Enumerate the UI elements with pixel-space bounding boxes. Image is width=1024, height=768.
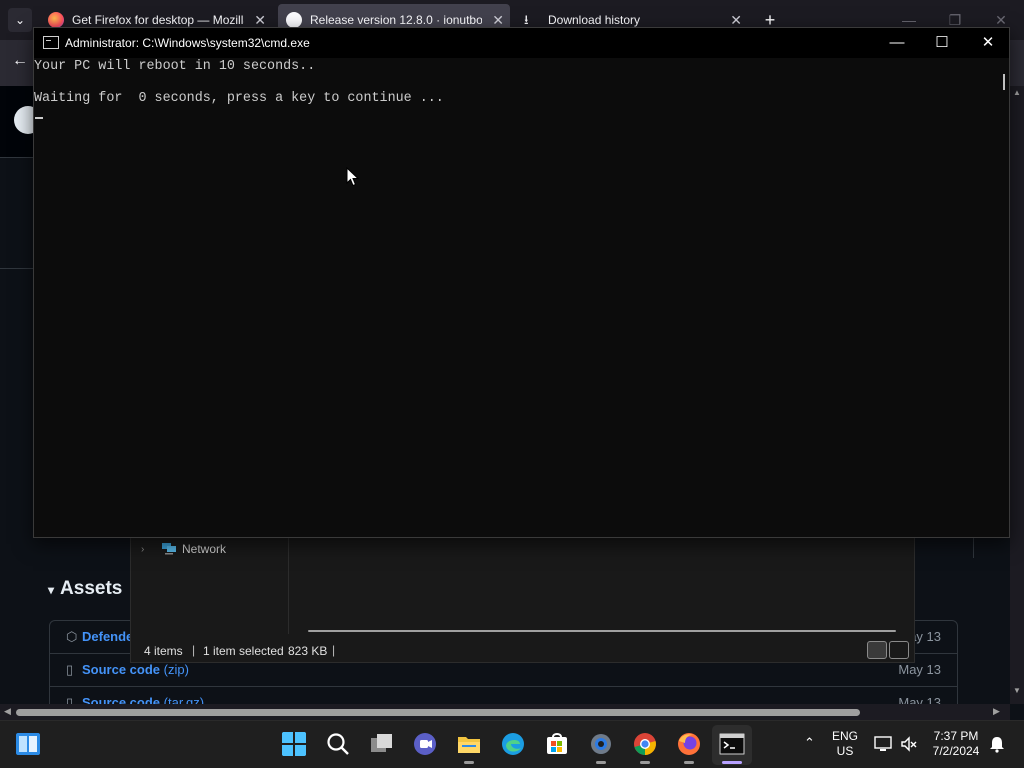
- collapse-caret-icon: ▾: [48, 583, 55, 597]
- divider: [0, 268, 34, 269]
- region-label: US: [836, 744, 854, 758]
- console-output[interactable]: Your PC will reboot in 10 seconds.. Wait…: [34, 58, 1000, 537]
- details-view-icon[interactable]: [867, 641, 887, 659]
- divider: [973, 538, 974, 558]
- widgets-icon[interactable]: [15, 732, 41, 756]
- selection-count: 1 item selected: [203, 644, 284, 658]
- tiles-view-icon[interactable]: [889, 641, 909, 659]
- maximize-button[interactable]: ☐: [919, 28, 965, 58]
- console-line: Waiting for 0 seconds, press a key to co…: [34, 91, 444, 106]
- running-indicator: [596, 761, 606, 764]
- asset-link[interactable]: Defende: [82, 629, 133, 644]
- active-indicator: [722, 761, 742, 764]
- selection-size: 823 KB: [288, 644, 328, 658]
- console-line: Your PC will reboot in 10 seconds..: [34, 59, 316, 74]
- divider: |: [332, 643, 336, 657]
- horizontal-scrollbar[interactable]: [308, 630, 896, 632]
- search-icon[interactable]: [325, 731, 351, 757]
- edge-icon[interactable]: [500, 731, 526, 757]
- store-icon[interactable]: [544, 731, 570, 757]
- file-zip-icon: ▯: [66, 662, 74, 677]
- asset-link[interactable]: Source code (zip): [82, 662, 189, 677]
- volume-muted-icon[interactable]: [900, 735, 918, 753]
- close-button[interactable]: ✕: [965, 28, 1011, 58]
- running-indicator: [684, 761, 694, 764]
- assets-heading[interactable]: ▾ Assets: [48, 578, 122, 600]
- minimize-button[interactable]: —: [874, 28, 920, 58]
- nav-item-network[interactable]: Network: [182, 542, 226, 556]
- firefox-icon: [48, 12, 64, 28]
- show-hidden-icons-chevron-icon[interactable]: ⌃: [804, 735, 815, 751]
- running-indicator: [640, 761, 650, 764]
- github-icon: [286, 12, 302, 28]
- clock-time: 7:37 PM: [933, 729, 979, 743]
- scroll-left-icon[interactable]: ◀: [4, 706, 11, 717]
- asset-date: May 13: [898, 662, 941, 677]
- mouse-pointer-icon: [346, 167, 360, 187]
- chevron-right-icon[interactable]: ›: [141, 544, 144, 555]
- scrollbar-thumb[interactable]: [1003, 74, 1005, 90]
- settings-icon[interactable]: [588, 731, 614, 757]
- scroll-right-icon[interactable]: ▶: [993, 706, 1000, 717]
- running-indicator: [464, 761, 474, 764]
- console-icon: [43, 36, 59, 49]
- cmd-window[interactable]: Administrator: C:\Windows\system32\cmd.e…: [33, 27, 1010, 538]
- taskbar: ⌃ ENG US 7:37 PM 7/2/2024: [0, 720, 1024, 768]
- cmd-vertical-scrollbar[interactable]: [1000, 58, 1009, 537]
- navigation-pane: › Network: [131, 538, 289, 634]
- clock[interactable]: 7:37 PM 7/2/2024: [926, 729, 986, 758]
- download-icon: ⭳: [524, 12, 529, 27]
- item-count: 4 items: [144, 644, 183, 658]
- scroll-up-icon[interactable]: ▲: [1013, 88, 1021, 97]
- cmd-title-bar[interactable]: Administrator: C:\Windows\system32\cmd.e…: [34, 28, 1009, 58]
- start-icon[interactable]: [281, 731, 307, 757]
- teams-chat-icon[interactable]: [412, 731, 438, 757]
- firefox-icon[interactable]: [676, 731, 702, 757]
- notifications-icon[interactable]: [989, 735, 1005, 753]
- divider: |: [192, 643, 196, 657]
- assets-title: Assets: [60, 578, 123, 599]
- terminal-icon[interactable]: [719, 731, 745, 757]
- window-title: Administrator: C:\Windows\system32\cmd.e…: [65, 36, 310, 50]
- page-horizontal-scrollbar[interactable]: ◀ ▶: [0, 704, 1010, 720]
- back-arrow-icon[interactable]: ←: [12, 52, 28, 70]
- chrome-icon[interactable]: [632, 731, 658, 757]
- tab-list-button[interactable]: ⌄: [8, 8, 32, 32]
- language-label: ENG: [831, 729, 858, 743]
- text-cursor: [35, 117, 43, 119]
- file-explorer-icon[interactable]: [456, 731, 482, 757]
- package-icon: ⬡: [66, 629, 78, 644]
- scroll-down-icon[interactable]: ▼: [1013, 686, 1021, 695]
- clock-date: 7/2/2024: [932, 744, 980, 758]
- scrollbar-thumb[interactable]: [16, 709, 860, 716]
- file-explorer-window: › Network 4 items | 1 item selected 823 …: [130, 537, 915, 663]
- input-language[interactable]: ENG US: [830, 729, 860, 758]
- task-view-icon[interactable]: [369, 731, 395, 757]
- network-icon: [162, 543, 176, 555]
- page-vertical-scrollbar[interactable]: ▲ ▼: [1010, 86, 1024, 704]
- network-status-icon[interactable]: [874, 735, 892, 753]
- status-bar: 4 items | 1 item selected 823 KB |: [131, 638, 914, 662]
